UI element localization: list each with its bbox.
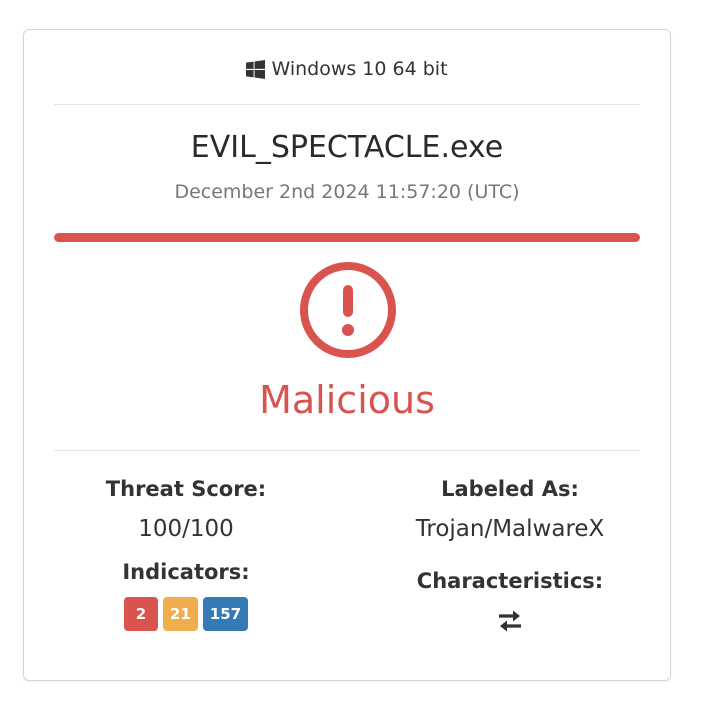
characteristics-title: Characteristics: <box>416 569 604 593</box>
indicators-title: Indicators: <box>122 560 250 584</box>
threat-level-bar <box>54 233 640 242</box>
windows-icon <box>246 59 266 79</box>
threat-score-value: 100/100 <box>138 516 234 542</box>
analysis-date: December 2nd 2024 11:57:20 (UTC) <box>174 181 520 203</box>
report-summary-card: Windows 10 64 bit EVIL_SPECTACLE.exe Dec… <box>23 29 671 681</box>
threat-score-title: Threat Score: <box>105 477 267 501</box>
indicator-badge-malicious[interactable]: 2 <box>123 597 158 631</box>
divider <box>54 104 640 105</box>
verdict-label: Malicious <box>259 378 435 422</box>
os-label: Windows 10 64 bit <box>271 58 448 80</box>
stats-left-column: Threat Score: 100/100 Indicators: 2 21 1… <box>24 475 348 631</box>
stats-right-column: Labeled As: Trojan/MalwareX Characterist… <box>348 475 672 638</box>
threat-level-bar-fill <box>54 233 640 242</box>
indicator-badge-suspicious[interactable]: 21 <box>162 597 198 631</box>
labeled-as-value: Trojan/MalwareX <box>415 516 605 542</box>
divider <box>54 450 640 451</box>
stats-section: Threat Score: 100/100 Indicators: 2 21 1… <box>24 475 670 655</box>
indicator-badge-informative[interactable]: 157 <box>202 597 249 631</box>
file-name: EVIL_SPECTACLE.exe <box>190 130 504 165</box>
exclamation-circle-icon <box>300 262 396 358</box>
labeled-as-title: Labeled As: <box>441 477 579 501</box>
os-info: Windows 10 64 bit <box>24 58 670 80</box>
indicator-badges: 2 21 157 <box>24 597 348 631</box>
exchange-arrows-icon[interactable] <box>496 608 524 634</box>
